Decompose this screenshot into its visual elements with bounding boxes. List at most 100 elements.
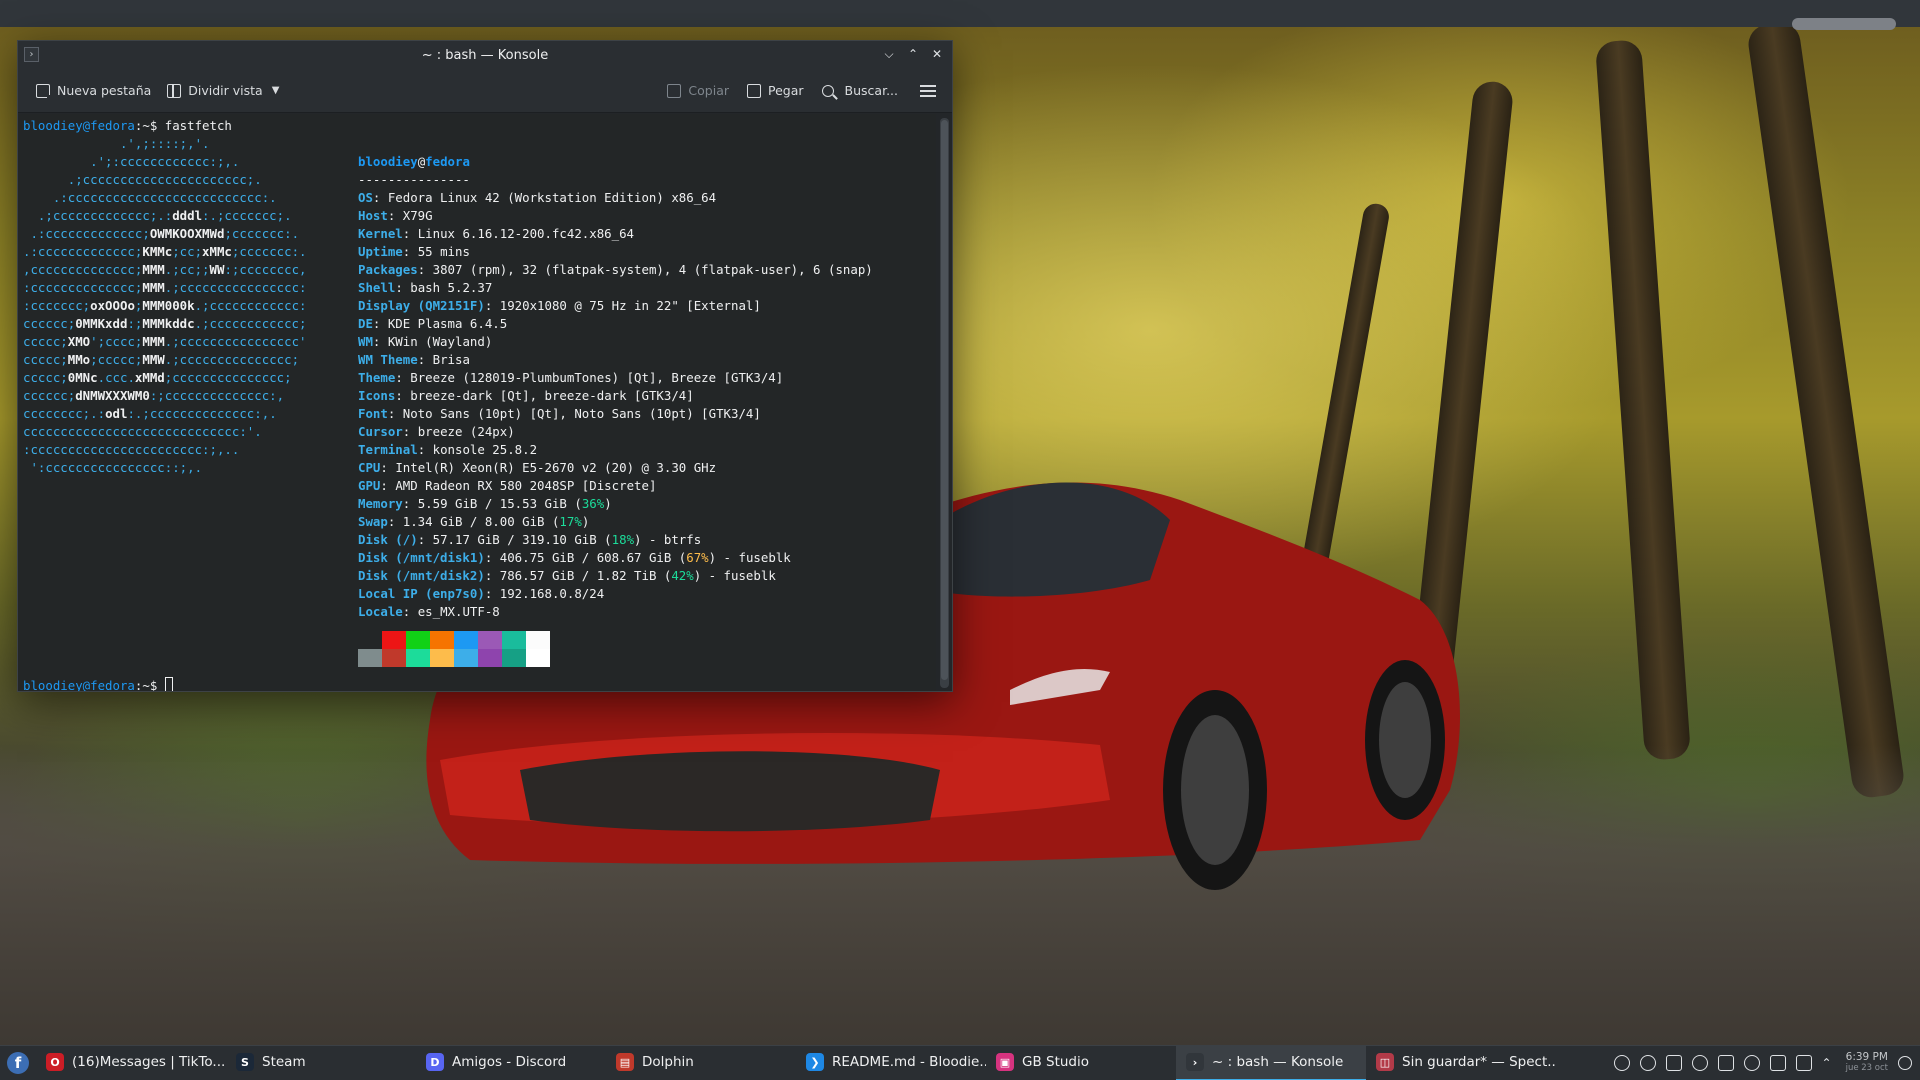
konsole-window[interactable]: › ~ : bash — Konsole ⌵ ⌃ ✕ Nueva pestaña… bbox=[17, 40, 953, 692]
logo-line: ccccc;MMo;ccccc;MMW.;ccccccccccccccc; bbox=[23, 352, 300, 367]
paste-button[interactable]: Pegar bbox=[739, 76, 812, 106]
color-swatch bbox=[430, 631, 454, 667]
new-tab-icon bbox=[36, 83, 53, 101]
info-line: WM: KWin (Wayland) bbox=[358, 334, 493, 349]
fedora-logo-icon: f bbox=[7, 1052, 29, 1074]
network-icon[interactable] bbox=[1639, 1055, 1656, 1071]
info-value: es_MX.UTF-8 bbox=[417, 604, 500, 619]
taskbar-task[interactable]: ◫ Sin guardar* — Spect... bbox=[1366, 1046, 1556, 1080]
logo-line: .:ccccccccccccc;KMMc;cc;xMMc;ccccccc:. bbox=[23, 244, 307, 259]
info-key: DE bbox=[358, 316, 373, 331]
split-view-button[interactable]: Dividir vista ▼ bbox=[159, 76, 287, 106]
show-desktop-icon[interactable] bbox=[1898, 1056, 1912, 1070]
info-line: Packages: 3807 (rpm), 32 (flatpak-system… bbox=[358, 262, 873, 277]
task-label: (16)Messages | TikTo... bbox=[72, 1054, 226, 1070]
application-launcher[interactable]: f bbox=[0, 1046, 36, 1080]
clipboard-icon[interactable] bbox=[1717, 1055, 1734, 1071]
color-swatch bbox=[358, 631, 382, 667]
task-label: Amigos - Discord bbox=[452, 1054, 567, 1070]
maximize-button[interactable]: ⌃ bbox=[904, 45, 922, 63]
info-line: Font: Noto Sans (10pt) [Qt], Noto Sans (… bbox=[358, 406, 761, 421]
logo-line: .;ccccccccccccc;.:dddl:.;ccccccc;. bbox=[23, 208, 292, 223]
taskbar-task[interactable]: D Amigos - Discord bbox=[416, 1046, 606, 1080]
command-text: fastfetch bbox=[164, 118, 232, 133]
copy-icon bbox=[667, 83, 682, 98]
header-user: bloodiey bbox=[358, 154, 418, 169]
search-label: Buscar... bbox=[844, 83, 898, 98]
copy-button[interactable]: Copiar bbox=[659, 76, 737, 106]
color-swatch bbox=[502, 631, 526, 667]
konsole-toolbar: Nueva pestaña Dividir vista ▼ Copiar Peg… bbox=[18, 69, 952, 113]
digital-clock[interactable]: 6:39 PM jue 23 oct bbox=[1846, 1052, 1888, 1074]
notification-pill[interactable] bbox=[1792, 18, 1896, 30]
info-key: Kernel bbox=[358, 226, 403, 241]
info-value: bash 5.2.37 bbox=[410, 280, 493, 295]
dolphin-icon: ▤ bbox=[616, 1053, 634, 1071]
header-host: fedora bbox=[425, 154, 470, 169]
info-line: DE: KDE Plasma 6.4.5 bbox=[358, 316, 508, 331]
terminal-output[interactable]: bloodiey@fedora:~$ fastfetch .',;::::;,'… bbox=[18, 114, 936, 691]
info-value: AMD Radeon RX 580 2048SP [Discrete] bbox=[395, 478, 657, 493]
taskbar-task[interactable]: ❯ README.md - Bloodie... bbox=[796, 1046, 986, 1080]
logo-line: :ccccccc;oxOOOo;MMM000k.;cccccccccccc: bbox=[23, 298, 307, 313]
logo-line: :cccccccccccccc;MMM.;cccccccccccccccc: bbox=[23, 280, 307, 295]
info-line: Disk (/mnt/disk1): 406.75 GiB / 608.67 G… bbox=[358, 550, 791, 565]
info-value-pre: 57.17 GiB / 319.10 GiB ( bbox=[432, 532, 612, 547]
window-titlebar[interactable]: › ~ : bash — Konsole ⌵ ⌃ ✕ bbox=[18, 41, 952, 69]
close-button[interactable]: ✕ bbox=[928, 45, 946, 63]
info-key: Disk (/mnt/disk1) bbox=[358, 550, 485, 565]
prompt-suffix: :~$ bbox=[134, 678, 165, 691]
taskbar-task[interactable]: › ~ : bash — Konsole bbox=[1176, 1045, 1366, 1080]
taskbar-task[interactable]: ▣ GB Studio bbox=[986, 1046, 1176, 1080]
search-button[interactable]: Buscar... bbox=[814, 76, 906, 106]
info-value-pre: 5.59 GiB / 15.53 GiB ( bbox=[417, 496, 582, 511]
taskbar-task[interactable]: ▤ Dolphin bbox=[606, 1046, 796, 1080]
info-key: Locale bbox=[358, 604, 403, 619]
logo-line: ccccccccccccccccccccccccccccc:'. bbox=[23, 424, 262, 439]
konsole-icon: › bbox=[1186, 1053, 1204, 1071]
fedora-ascii-logo: .',;::::;,'. .';:cccccccccccc:;,. .;cccc… bbox=[23, 135, 307, 477]
info-key: Host bbox=[358, 208, 388, 223]
info-key: Terminal bbox=[358, 442, 418, 457]
info-value: 1920x1080 @ 75 Hz in 22" [External] bbox=[499, 298, 761, 313]
info-value-pre: 786.57 GiB / 1.82 TiB ( bbox=[499, 568, 672, 583]
task-label: Sin guardar* — Spect... bbox=[1402, 1054, 1556, 1070]
new-tab-button[interactable]: Nueva pestaña bbox=[28, 76, 159, 106]
chevron-down-icon[interactable]: ▼ bbox=[272, 85, 280, 96]
terminal-icon[interactable]: › bbox=[24, 47, 39, 62]
active-prompt[interactable]: bloodiey@fedora:~$ bbox=[23, 677, 173, 691]
gb-studio-icon: ▣ bbox=[996, 1053, 1014, 1071]
info-line: Uptime: 55 mins bbox=[358, 244, 470, 259]
scrollbar-thumb[interactable] bbox=[941, 120, 948, 680]
info-line: CPU: Intel(R) Xeon(R) E5-2670 v2 (20) @ … bbox=[358, 460, 717, 475]
notifications-icon[interactable] bbox=[1613, 1055, 1630, 1071]
steam-tray-icon[interactable] bbox=[1691, 1055, 1708, 1071]
clock-date: jue 23 oct bbox=[1845, 1063, 1888, 1073]
info-line: Host: X79G bbox=[358, 208, 433, 223]
info-value: KWin (Wayland) bbox=[387, 334, 493, 349]
discord-tray-icon[interactable] bbox=[1665, 1055, 1682, 1071]
opera-icon: O bbox=[46, 1053, 64, 1071]
split-view-label: Dividir vista bbox=[188, 83, 263, 98]
hamburger-menu-icon[interactable] bbox=[920, 84, 936, 97]
vscode-icon: ❯ bbox=[806, 1053, 824, 1071]
chevron-up-icon[interactable]: ⌃ bbox=[1822, 1056, 1832, 1070]
logo-line: cccccccc;.:odl:.;cccccccccccccc:,. bbox=[23, 406, 277, 421]
info-key: Disk (/) bbox=[358, 532, 418, 547]
minimize-button[interactable]: ⌵ bbox=[880, 45, 898, 63]
taskbar-task[interactable]: S Steam bbox=[226, 1046, 416, 1080]
info-value: Linux 6.16.12-200.fc42.x86_64 bbox=[417, 226, 635, 241]
info-line: Swap: 1.34 GiB / 8.00 GiB (17%) bbox=[358, 514, 590, 529]
copy-label: Copiar bbox=[688, 83, 729, 98]
info-key: Icons bbox=[358, 388, 396, 403]
fastfetch-info: bloodiey@fedora --------------- OS: Fedo… bbox=[358, 153, 873, 667]
display-icon[interactable] bbox=[1769, 1055, 1786, 1071]
prompt-suffix: :~$ bbox=[134, 118, 165, 133]
terminal-scrollbar[interactable] bbox=[940, 118, 949, 688]
brightness-icon[interactable] bbox=[1743, 1055, 1760, 1071]
volume-icon[interactable] bbox=[1795, 1055, 1812, 1071]
info-value-pct: 17% bbox=[559, 514, 582, 529]
color-swatch bbox=[406, 631, 430, 667]
logo-line: .:cccccccccccccccccccccccccc:. bbox=[23, 190, 277, 205]
taskbar-task[interactable]: O (16)Messages | TikTo... bbox=[36, 1046, 226, 1080]
